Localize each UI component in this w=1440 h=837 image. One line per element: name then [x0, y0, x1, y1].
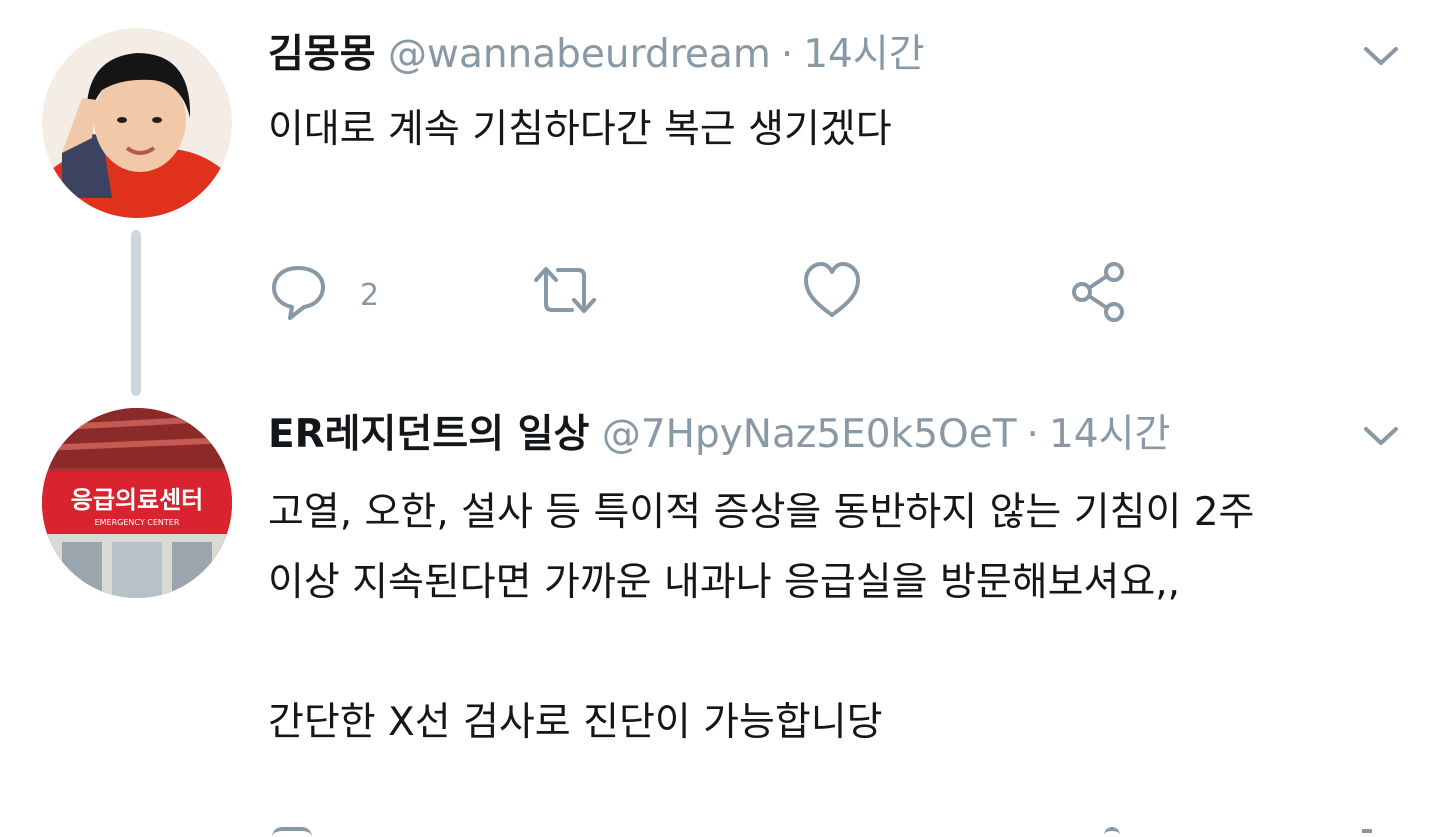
avatar[interactable]: 응급의료센터 EMERGENCY CENTER: [42, 408, 232, 598]
reply-count: 2: [360, 278, 380, 313]
tweet-text: 이대로 계속 기침하다간 복근 생기겠다: [268, 95, 892, 165]
sign-subtext: EMERGENCY CENTER: [95, 518, 180, 527]
tweet-text-line: 이상 지속된다면 가까운 내과나 응급실을 방문해보셔요,,: [268, 560, 1181, 605]
separator-dot: ·: [1026, 412, 1039, 457]
separator-dot: ·: [780, 32, 794, 77]
display-name[interactable]: 김몽몽: [268, 32, 376, 77]
reply-icon[interactable]: [268, 260, 328, 320]
chevron-down-icon[interactable]: [1362, 44, 1400, 68]
share-icon[interactable]: [1070, 260, 1130, 324]
reply-icon-partial[interactable]: [272, 827, 312, 837]
timestamp[interactable]: 14시간: [1049, 412, 1170, 457]
avatar[interactable]: [42, 28, 232, 218]
chevron-down-icon[interactable]: [1362, 424, 1400, 448]
tweet-text: 고열, 오한, 설사 등 특이적 증상을 동반하지 않는 기침이 2주 이상 지…: [268, 478, 1254, 758]
share-icon-partial[interactable]: [1104, 827, 1120, 837]
tweet-text-line: 간단한 X선 검사로 진단이 가능합니당: [268, 700, 883, 745]
tweet-text-line: 고열, 오한, 설사 등 특이적 증상을 동반하지 않는 기침이 2주: [268, 490, 1255, 535]
tweet-text-line: [268, 618, 1254, 688]
tweet-header: 김몽몽 @wannabeurdream · 14시간: [268, 35, 925, 74]
tweet-text-line: 이대로 계속 기침하다간 복근 생기겠다: [268, 107, 892, 152]
timestamp[interactable]: 14시간: [803, 32, 924, 77]
handle[interactable]: @7HpyNaz5E0k5OeT: [602, 412, 1017, 457]
tweet-1[interactable]: 김몽몽 @wannabeurdream · 14시간 이대로 계속 기침하다간 복근…: [0, 0, 1440, 400]
chevron-partial[interactable]: [1362, 829, 1372, 837]
display-name[interactable]: ER레지던트의 일상: [268, 412, 589, 457]
tweet-header: ER레지던트의 일상 @7HpyNaz5E0k5OeT · 14시간: [268, 415, 1170, 454]
tweet-2[interactable]: 응급의료센터 EMERGENCY CENTER ER레지던트의 일상 @7Hpy…: [0, 400, 1440, 837]
emergency-center-image: 응급의료센터 EMERGENCY CENTER: [42, 408, 232, 598]
child-portrait-image: [42, 28, 232, 218]
like-icon[interactable]: [802, 260, 862, 320]
tweet-actions: 2: [0, 260, 1440, 330]
retweet-icon[interactable]: [530, 260, 600, 320]
sign-text: 응급의료센터: [71, 486, 203, 514]
handle[interactable]: @wannabeurdream: [388, 32, 771, 77]
